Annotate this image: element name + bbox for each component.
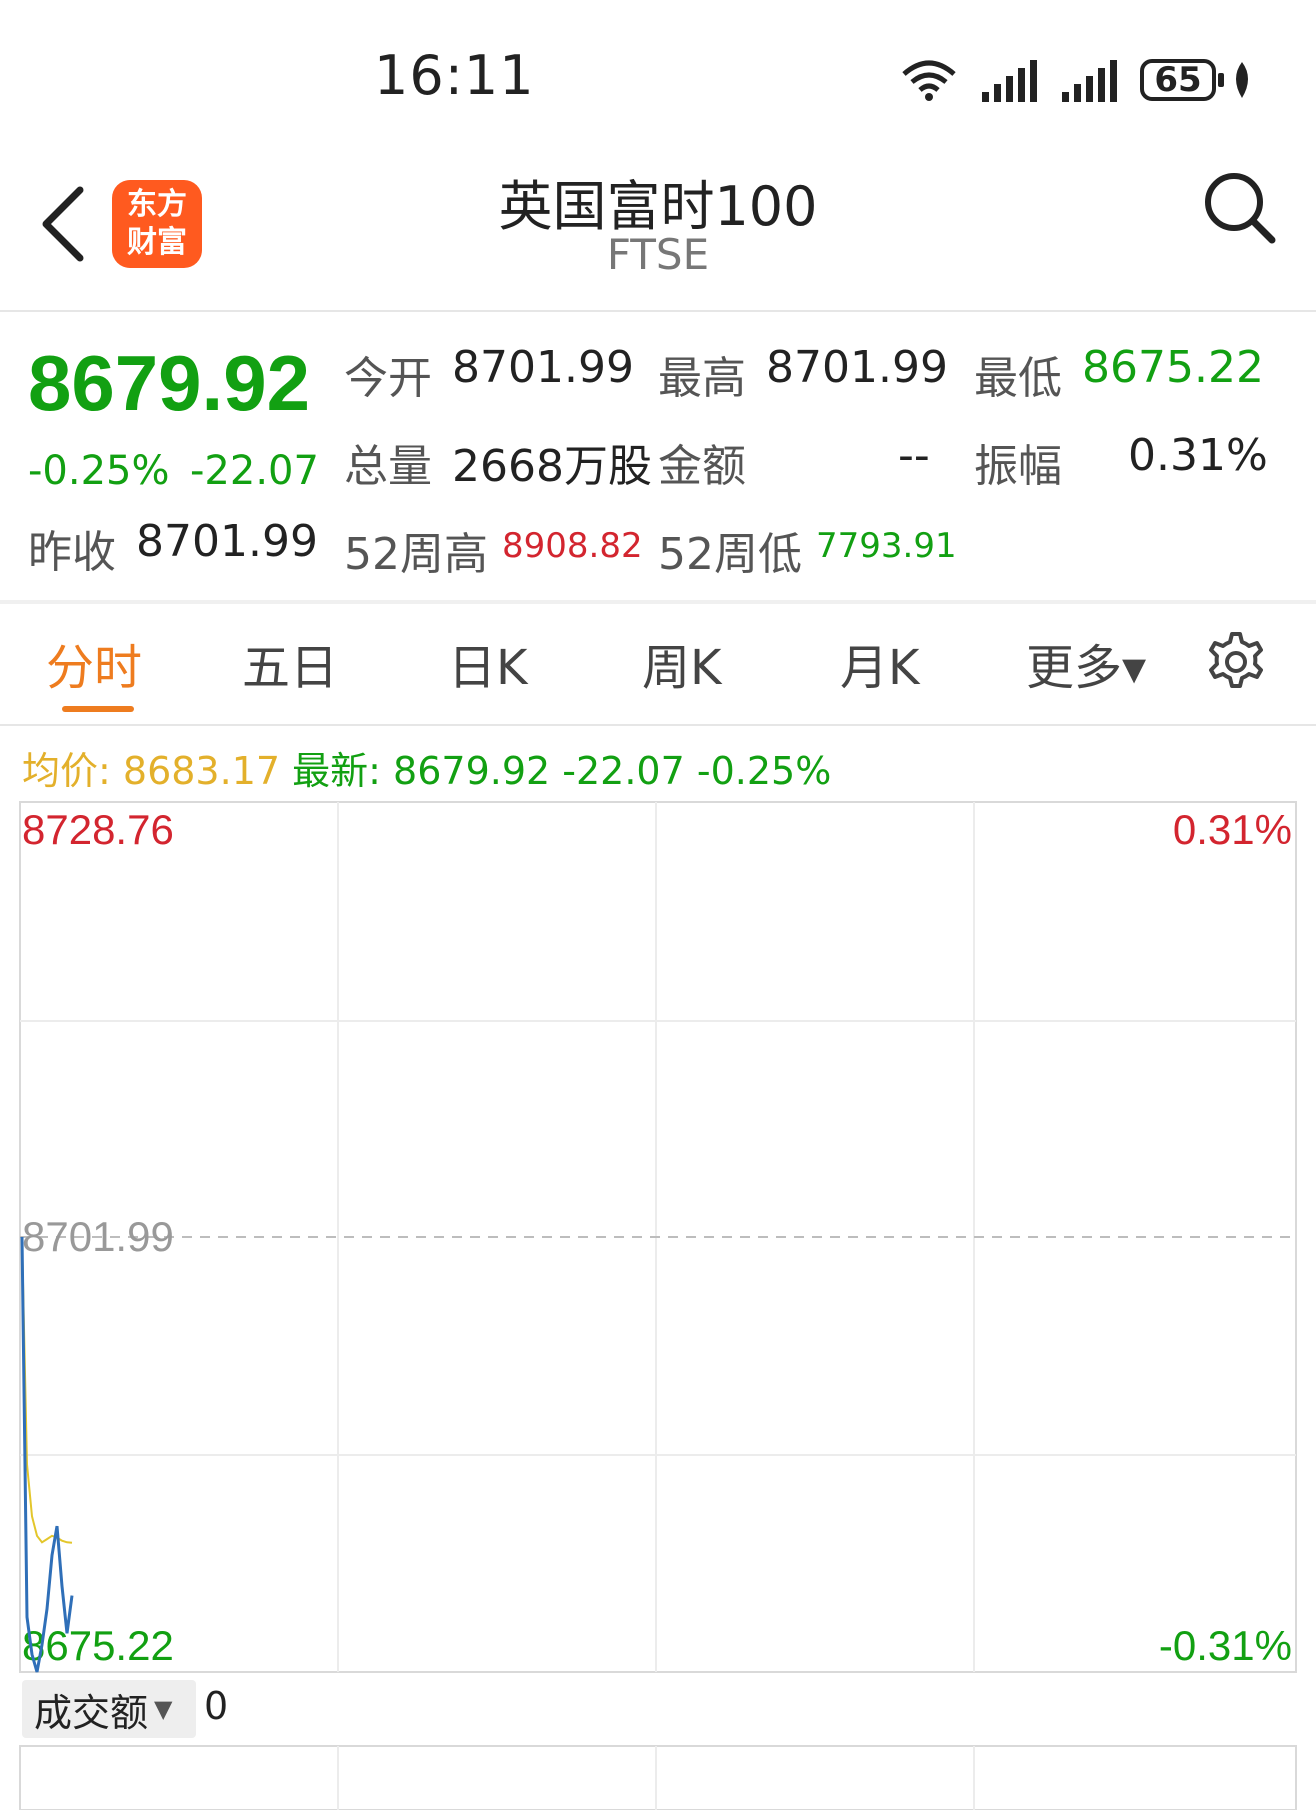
intraday-chart[interactable]: 8728.76 8701.99 8675.22 0.31% -0.31% <box>0 0 1316 1810</box>
volume-selector[interactable]: 成交额 ▼ <box>22 1680 196 1738</box>
volume-amount: 0 <box>204 1684 229 1728</box>
volume-selector-label: 成交额 <box>34 1690 149 1735</box>
y-mid-label: 8701.99 <box>22 1213 174 1260</box>
avg-price-line <box>21 1236 73 1544</box>
pct-bottom-label: -0.31% <box>1159 1622 1292 1669</box>
volume-pane <box>19 1745 1297 1810</box>
chevron-down-icon: ▼ <box>154 1695 173 1723</box>
y-top-label: 8728.76 <box>22 806 174 853</box>
pct-top-label: 0.31% <box>1173 806 1292 853</box>
